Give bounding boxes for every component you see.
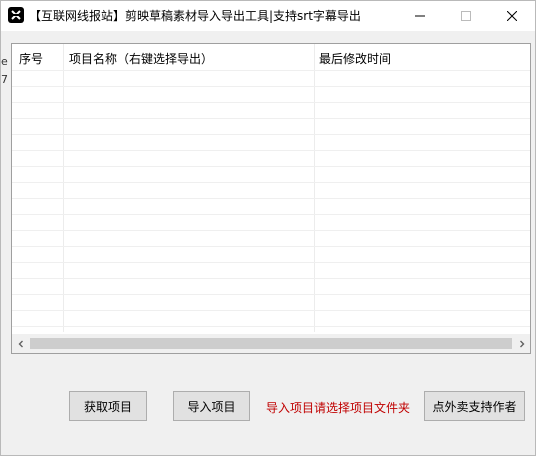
row-line [12,230,530,231]
title-bar[interactable]: 【互联网线报站】剪映草稿素材导入导出工具|支持srt字幕导出 [1,1,535,31]
row-line [12,262,530,263]
fetch-projects-button[interactable]: 获取项目 [69,391,147,421]
row-line [12,166,530,167]
side-glyph: e [1,55,8,68]
maximize-button[interactable] [443,1,489,31]
scroll-right-button[interactable] [513,334,530,353]
horizontal-scrollbar[interactable] [12,334,530,353]
row-line [12,134,530,135]
list-header: 序号 项目名称（右键选择导出） 最后修改时间 [12,44,530,70]
row-line [12,86,530,87]
column-header-project-name[interactable]: 项目名称（右键选择导出） [69,50,213,67]
chevron-left-icon [18,340,23,347]
project-list[interactable]: 序号 项目名称（右键选择导出） 最后修改时间 [11,43,531,354]
row-line [12,246,530,247]
scroll-left-button[interactable] [12,334,29,353]
row-line [12,150,530,151]
row-line [12,214,530,215]
import-hint-text: 导入项目请选择项目文件夹 [266,401,411,415]
chevron-right-icon [519,340,524,347]
row-line [12,198,530,199]
capcut-logo-icon [8,7,24,23]
column-header-index[interactable]: 序号 [19,50,43,67]
row-line [12,118,530,119]
close-button[interactable] [489,1,535,31]
row-line [12,278,530,279]
support-author-button[interactable]: 点外卖支持作者 [424,391,525,421]
minimize-icon [415,15,425,17]
side-glyph: 7 [1,73,8,86]
window-title: 【互联网线报站】剪映草稿素材导入导出工具|支持srt字幕导出 [29,9,361,23]
column-header-modified-time[interactable]: 最后修改时间 [319,50,391,67]
minimize-button[interactable] [397,1,443,31]
row-line [12,294,530,295]
maximize-icon [461,11,471,21]
row-line [12,182,530,183]
scroll-thumb[interactable] [30,338,512,349]
column-divider [63,44,64,332]
column-divider [314,44,315,332]
row-line [12,102,530,103]
row-line [12,310,530,311]
row-line [12,326,530,327]
close-icon [507,11,517,21]
row-line [12,70,530,71]
import-project-button[interactable]: 导入项目 [173,391,250,421]
main-window: 【互联网线报站】剪映草稿素材导入导出工具|支持srt字幕导出 e 7 序号 项目… [0,0,536,456]
